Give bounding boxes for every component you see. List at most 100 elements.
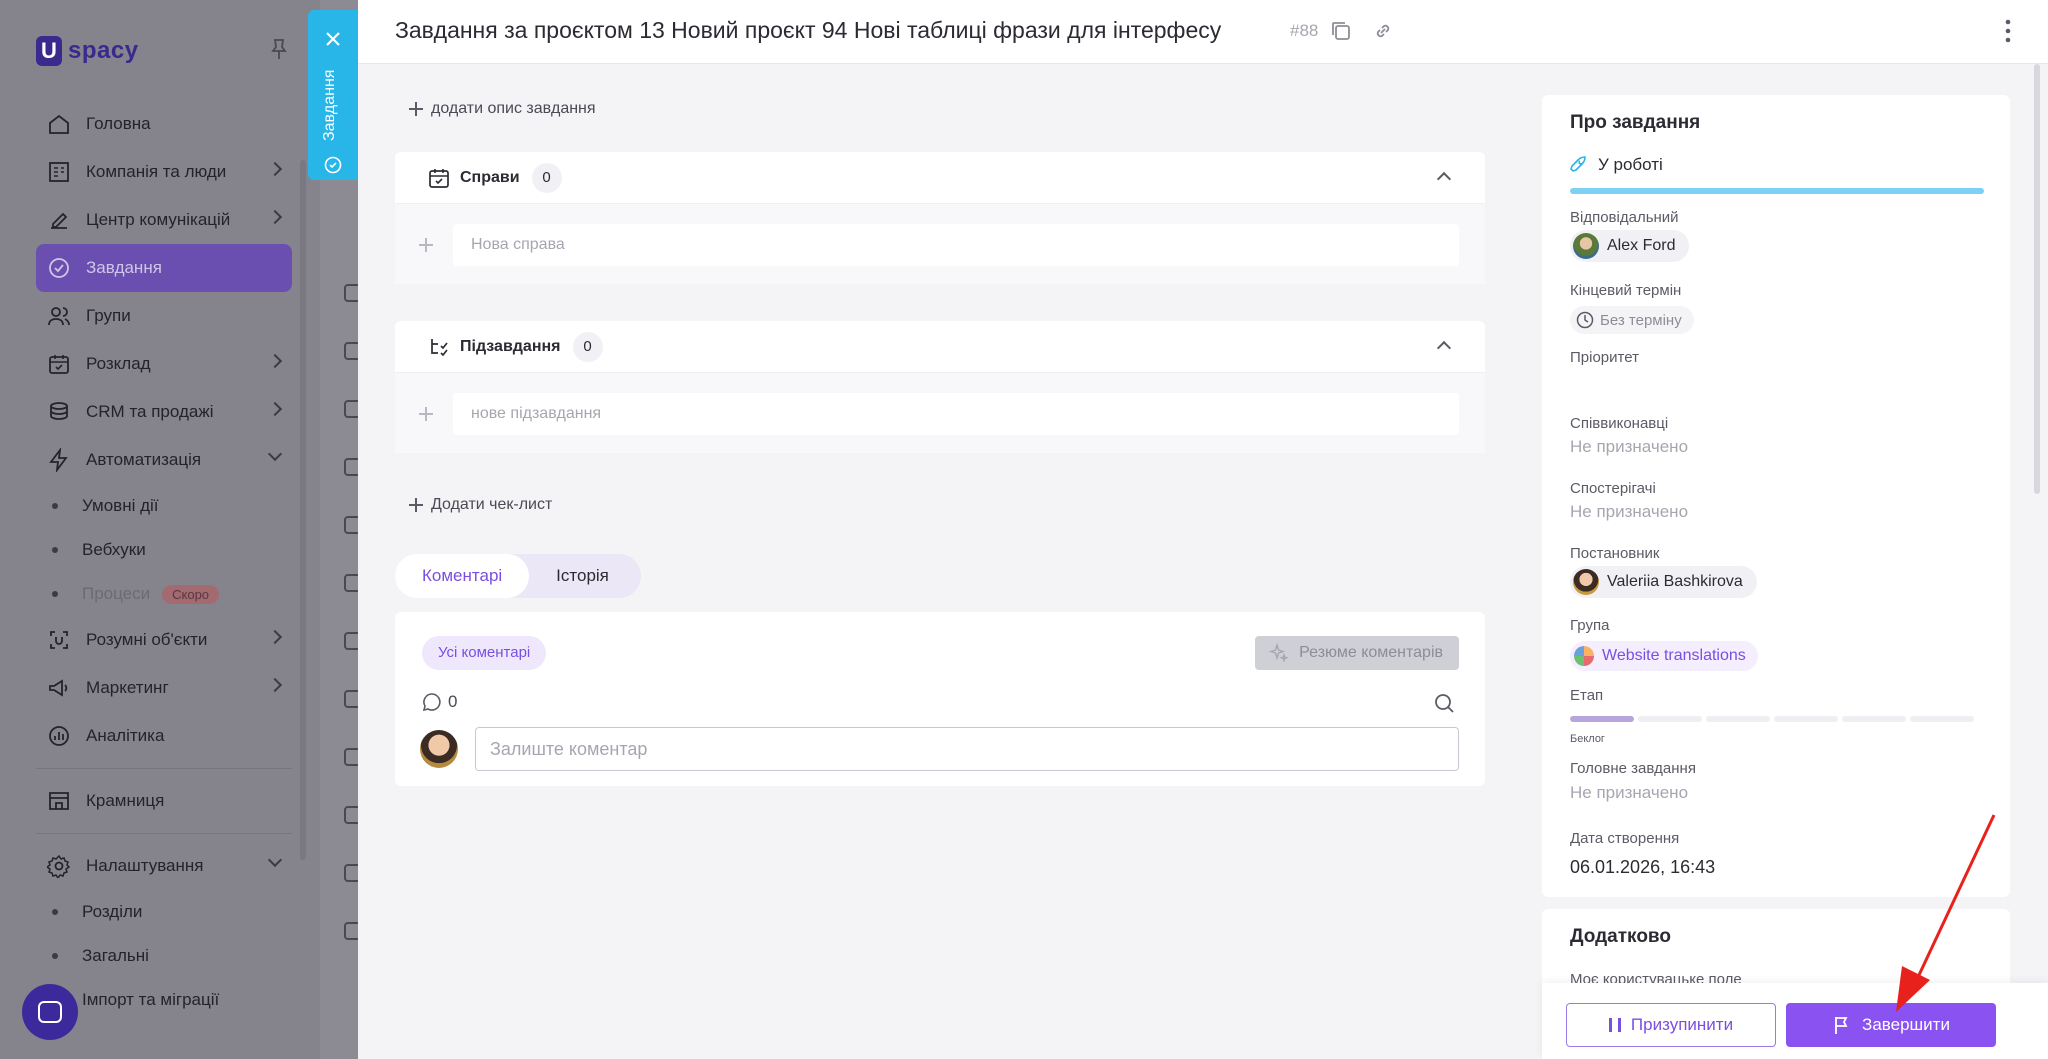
group-chip[interactable]: Website translations: [1570, 641, 1758, 671]
finish-button[interactable]: Завершити: [1786, 1003, 1996, 1047]
creator-label: Постановник: [1570, 545, 1660, 562]
comments-summary-button[interactable]: Резюме коментарів: [1255, 636, 1459, 670]
subtasks-card: Підзавдання 0 нове підзавдання: [395, 321, 1485, 453]
observers-value[interactable]: Не призначено: [1570, 502, 1688, 522]
comment-input[interactable]: Залиште коментар: [475, 727, 1459, 771]
sidebar-item-groups[interactable]: Групи: [36, 292, 292, 340]
bullet: [52, 547, 58, 553]
pin-icon[interactable]: [270, 38, 288, 60]
chevron-up-icon[interactable]: [1436, 340, 1452, 356]
sidebar-item-label: Розклад: [86, 354, 151, 373]
stage-segment[interactable]: [1638, 716, 1702, 722]
copy-icon[interactable]: [1330, 20, 1352, 42]
task-side-tab[interactable]: Завдання: [308, 10, 358, 180]
comments-history-tabs: Коментарі Історія: [395, 554, 641, 598]
creator-chip[interactable]: Valeriia Bashkirova: [1570, 566, 1757, 598]
pause-icon: [1608, 1018, 1621, 1032]
stage-segment[interactable]: [1774, 716, 1838, 722]
plus-icon[interactable]: [419, 238, 433, 252]
bullet: [52, 591, 58, 597]
stage-segment[interactable]: [1570, 716, 1634, 722]
sidebar-subitem-label: Процеси: [82, 584, 151, 603]
sidebar-item-crm[interactable]: CRM та продажі: [36, 388, 292, 436]
gear-icon: [46, 853, 72, 879]
task-header: Завдання за проєктом 13 Новий проєкт 94 …: [358, 0, 2048, 64]
support-chat-button[interactable]: [22, 984, 78, 1040]
sidebar-subitem-conditional-actions[interactable]: Умовні дії: [36, 484, 292, 528]
more-vertical-icon[interactable]: [2004, 18, 2012, 44]
sidebar-item-smart-objects[interactable]: Розумні об'єкти: [36, 616, 292, 664]
created-value: 06.01.2026, 16:43: [1570, 857, 1716, 877]
about-task-card: Про завдання У роботі Відповідальний Ale…: [1542, 95, 2010, 897]
sidebar-item-schedule[interactable]: Розклад: [36, 340, 292, 388]
stage-segment[interactable]: [1910, 716, 1974, 722]
sidebar-item-marketing[interactable]: Маркетинг: [36, 664, 292, 712]
deadline-value: Без терміну: [1600, 311, 1682, 329]
megaphone-icon: [46, 675, 72, 701]
tab-history[interactable]: Історія: [529, 554, 636, 598]
new-subtask-input[interactable]: нове підзавдання: [453, 393, 1459, 435]
sidebar-divider: [36, 833, 292, 834]
panel-scrollbar[interactable]: [2034, 64, 2040, 494]
close-icon[interactable]: [324, 30, 342, 48]
sidebar-item-label: Центр комунікацій: [86, 210, 231, 229]
sidebar-item-communications[interactable]: Центр комунікацій: [36, 196, 292, 244]
page-title[interactable]: Завдання за проєктом 13 Новий проєкт 94 …: [395, 17, 1221, 44]
sidebar-scrollbar[interactable]: [300, 160, 306, 860]
sidebar-subitem-label: Загальні: [82, 946, 149, 965]
sidebar-item-tasks[interactable]: Завдання: [36, 244, 292, 292]
priority-label: Пріоритет: [1570, 349, 1639, 366]
sidebar-item-company[interactable]: Компанія та люди: [36, 148, 292, 196]
sidebar-item-settings[interactable]: Налаштування: [36, 842, 292, 890]
responsible-chip[interactable]: Alex Ford: [1570, 230, 1690, 262]
sidebar-subitem-label: Вебхуки: [82, 540, 146, 559]
app-logo[interactable]: U spacy: [36, 36, 139, 66]
cases-header[interactable]: Справи 0: [395, 152, 1485, 204]
plus-icon[interactable]: [419, 407, 433, 421]
sidebar-subitem-label: Імпорт та міграції: [82, 990, 220, 1009]
logo-mark: U: [36, 36, 62, 66]
sidebar-item-analytics[interactable]: Аналітика: [36, 712, 292, 760]
side-tab-label: Завдання: [321, 69, 338, 141]
sidebar-subitem-sections[interactable]: Розділи: [36, 890, 292, 934]
clock-icon: [1576, 311, 1594, 329]
stage-progress[interactable]: [1570, 716, 1974, 722]
sidebar-item-shop[interactable]: Крамниця: [36, 777, 292, 825]
chevron-down-icon: [267, 446, 283, 462]
add-checklist-button[interactable]: Додати чек-лист: [409, 496, 552, 514]
stage-segment[interactable]: [1842, 716, 1906, 722]
plus-icon: [409, 102, 423, 116]
bullet: [52, 503, 58, 509]
sidebar-subitem-general[interactable]: Загальні: [36, 934, 292, 978]
add-description-button[interactable]: додати опис завдання: [409, 100, 596, 118]
all-comments-filter[interactable]: Усі коментарі: [422, 636, 547, 670]
chevron-up-icon[interactable]: [1436, 171, 1452, 187]
search-icon[interactable]: [1433, 692, 1455, 714]
finish-label: Завершити: [1862, 1015, 1950, 1034]
new-case-input[interactable]: Нова справа: [453, 224, 1459, 266]
calendar-check-icon: [429, 168, 449, 188]
stage-segment[interactable]: [1706, 716, 1770, 722]
parent-task-value[interactable]: Не призначено: [1570, 783, 1688, 803]
sidebar-item-home[interactable]: Головна: [36, 100, 292, 148]
subtasks-header[interactable]: Підзавдання 0: [395, 321, 1485, 373]
sidebar-item-label: Компанія та люди: [86, 162, 227, 181]
status-selector[interactable]: У роботі: [1570, 155, 1663, 175]
edit-icon: [46, 207, 72, 233]
bullet: [52, 909, 58, 915]
coexecutors-value[interactable]: Не призначено: [1570, 437, 1688, 457]
summary-label: Резюме коментарів: [1299, 644, 1443, 661]
sidebar-subitem-processes: Процеси Скоро: [36, 572, 292, 616]
deadline-chip[interactable]: Без терміну: [1570, 306, 1694, 334]
group-avatar-icon: [1574, 646, 1594, 666]
sidebar-item-label: Аналітика: [86, 726, 165, 745]
group-name: Website translations: [1602, 647, 1746, 664]
tab-comments[interactable]: Коментарі: [395, 554, 530, 598]
sidebar-item-label: Групи: [86, 306, 131, 325]
link-icon[interactable]: [1372, 20, 1394, 42]
sidebar-subitem-webhooks[interactable]: Вебхуки: [36, 528, 292, 572]
app-sidebar: U spacy Головна Компанія та люди Центр к…: [0, 0, 320, 1059]
sidebar-item-automation[interactable]: Автоматизація: [36, 436, 292, 484]
observers-label: Спостерігачі: [1570, 480, 1656, 497]
pause-button[interactable]: Призупинити: [1566, 1003, 1776, 1047]
